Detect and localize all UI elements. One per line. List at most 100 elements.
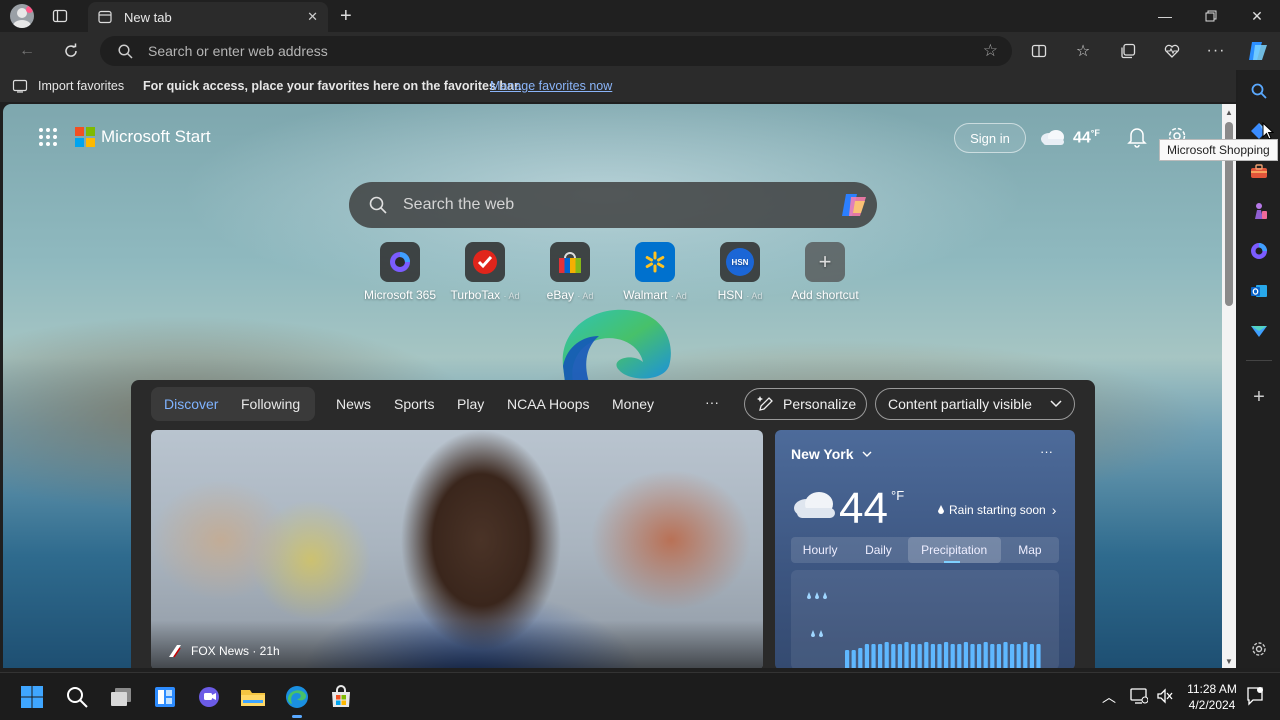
teams-chat-button[interactable] (195, 683, 223, 711)
brand-title[interactable]: Microsoft Start (101, 127, 211, 147)
chat-icon (199, 687, 219, 707)
tab-ncaa-hoops[interactable]: NCAA Hoops (507, 396, 589, 412)
scroll-up-icon[interactable]: ▲ (1225, 108, 1233, 117)
sidebar-tools-button[interactable] (1246, 158, 1272, 184)
browser-essentials-button[interactable] (1157, 36, 1187, 66)
web-search-input[interactable]: Search the web (349, 182, 877, 228)
collections-button[interactable] (1113, 36, 1143, 66)
address-bar[interactable]: Search or enter web address ☆ (100, 36, 1012, 66)
favorite-star-icon[interactable]: ☆ (983, 41, 998, 61)
toolbox-icon (1251, 164, 1267, 178)
start-button[interactable] (18, 683, 46, 711)
restore-button[interactable] (1188, 0, 1234, 32)
page-scrollbar[interactable]: ▲ ▼ (1222, 104, 1236, 668)
sidebar-games-button[interactable] (1246, 198, 1272, 224)
chevron-up-icon: ︿ (1102, 689, 1116, 705)
notifications-bell-icon[interactable] (1127, 126, 1147, 148)
shortcut-turbotax[interactable]: TurboTax · Ad (440, 242, 530, 302)
weather-tab-precipitation[interactable]: Precipitation (907, 537, 1001, 563)
back-button[interactable]: ← (12, 36, 42, 66)
tab-discover[interactable]: Discover (164, 396, 218, 412)
copilot-icon[interactable] (839, 191, 869, 219)
app-launcher-icon[interactable] (39, 128, 57, 146)
refresh-button[interactable] (56, 36, 86, 66)
tab-play[interactable]: Play (457, 396, 484, 412)
shortcut-label: HSN (717, 288, 743, 302)
edge-taskbar-button[interactable] (283, 683, 311, 718)
precipitation-bar (950, 644, 955, 668)
task-view-button[interactable] (107, 683, 135, 711)
favorites-button[interactable]: ☆ (1068, 36, 1098, 66)
sidebar-microsoft-365-button[interactable] (1246, 238, 1272, 264)
weather-temp: 44 (839, 484, 888, 533)
weather-tab-daily[interactable]: Daily (849, 537, 907, 563)
scroll-down-icon[interactable]: ▼ (1225, 657, 1233, 666)
sidebar-settings-button[interactable] (1246, 636, 1272, 662)
precipitation-bar (858, 648, 863, 668)
system-clock[interactable]: 11:28 AM 4/2/2024 (1186, 681, 1238, 713)
close-icon: ✕ (1251, 7, 1263, 24)
tab-new-tab[interactable]: New tab ✕ (88, 2, 328, 32)
precipitation-bar (983, 642, 988, 668)
tab-money[interactable]: Money (612, 396, 654, 412)
chess-piece-icon (1255, 203, 1267, 219)
weather-more-button[interactable]: ··· (1040, 444, 1053, 459)
more-tabs-button[interactable]: ··· (705, 394, 719, 410)
shortcut-hsn[interactable]: HSN HSN · Ad (695, 242, 785, 302)
weather-tab-map[interactable]: Map (1001, 537, 1059, 563)
chevron-right-icon: › (1051, 502, 1057, 518)
new-tab-button[interactable]: + (340, 6, 352, 26)
settings-more-button[interactable]: ··· (1201, 36, 1231, 66)
sign-in-button[interactable]: Sign in (954, 123, 1026, 153)
shortcut-ebay[interactable]: eBay · Ad (525, 242, 615, 302)
shortcut-ad-badge: · Ad (746, 291, 763, 301)
widgets-icon (155, 687, 175, 707)
weather-alert[interactable]: Rain starting soon › (937, 502, 1056, 518)
tab-sports[interactable]: Sports (394, 396, 434, 412)
sidebar-search-button[interactable] (1246, 78, 1272, 104)
split-screen-button[interactable] (1024, 36, 1054, 66)
tab-following[interactable]: Following (241, 396, 300, 412)
store-bag-icon (332, 685, 350, 707)
import-favorites-button[interactable]: Import favorites (12, 78, 124, 94)
address-placeholder: Search or enter web address (148, 43, 328, 59)
widgets-button[interactable] (151, 683, 179, 711)
hero-news-card[interactable]: FOX News · 21h (151, 430, 763, 668)
manage-favorites-link[interactable]: Manage favorites now (490, 79, 612, 93)
personalize-button[interactable]: Personalize (744, 388, 867, 420)
show-hidden-icons-button[interactable]: ︿ (1102, 687, 1116, 707)
profile-avatar[interactable] (10, 4, 34, 28)
sidebar-drop-button[interactable] (1246, 318, 1272, 344)
close-window-button[interactable]: ✕ (1234, 0, 1280, 32)
microsoft-store-button[interactable] (327, 683, 355, 711)
close-tab-icon[interactable]: ✕ (307, 9, 318, 25)
tab-news[interactable]: News (336, 396, 371, 412)
plus-icon: + (340, 5, 352, 27)
notification-center-button[interactable] (1246, 686, 1264, 711)
copilot-button[interactable] (1243, 36, 1273, 66)
shortcut-walmart[interactable]: Walmart · Ad (610, 242, 700, 302)
workspaces-button[interactable] (52, 8, 68, 24)
precipitation-bar (957, 644, 962, 668)
weather-tab-hourly[interactable]: Hourly (791, 537, 849, 563)
clock-date: 4/2/2024 (1188, 698, 1236, 712)
cloud-icon[interactable] (1039, 128, 1067, 146)
add-shortcut-button[interactable]: + Add shortcut (780, 242, 870, 302)
volume-muted-icon[interactable] (1156, 687, 1174, 710)
precipitation-bar (904, 642, 909, 668)
sidebar-add-button[interactable]: + (1246, 384, 1272, 410)
active-tab-indicator (943, 561, 960, 563)
shortcut-microsoft-365[interactable]: Microsoft 365 (355, 242, 445, 302)
precipitation-bar (884, 642, 889, 668)
header-weather[interactable]: 44°F (1073, 128, 1100, 147)
weather-location[interactable]: New York (791, 446, 872, 462)
profile-status-dot (26, 6, 33, 13)
sidebar-outlook-button[interactable] (1246, 278, 1272, 304)
weather-card[interactable]: New York ··· 44 °F Rain starting soon › … (775, 430, 1075, 668)
content-visibility-dropdown[interactable]: Content partially visible (875, 388, 1075, 420)
minimize-button[interactable]: — (1142, 0, 1188, 32)
network-icon[interactable] (1130, 687, 1149, 710)
file-explorer-button[interactable] (239, 683, 267, 711)
precipitation-bar (924, 642, 929, 668)
taskbar-search-button[interactable] (63, 683, 91, 711)
